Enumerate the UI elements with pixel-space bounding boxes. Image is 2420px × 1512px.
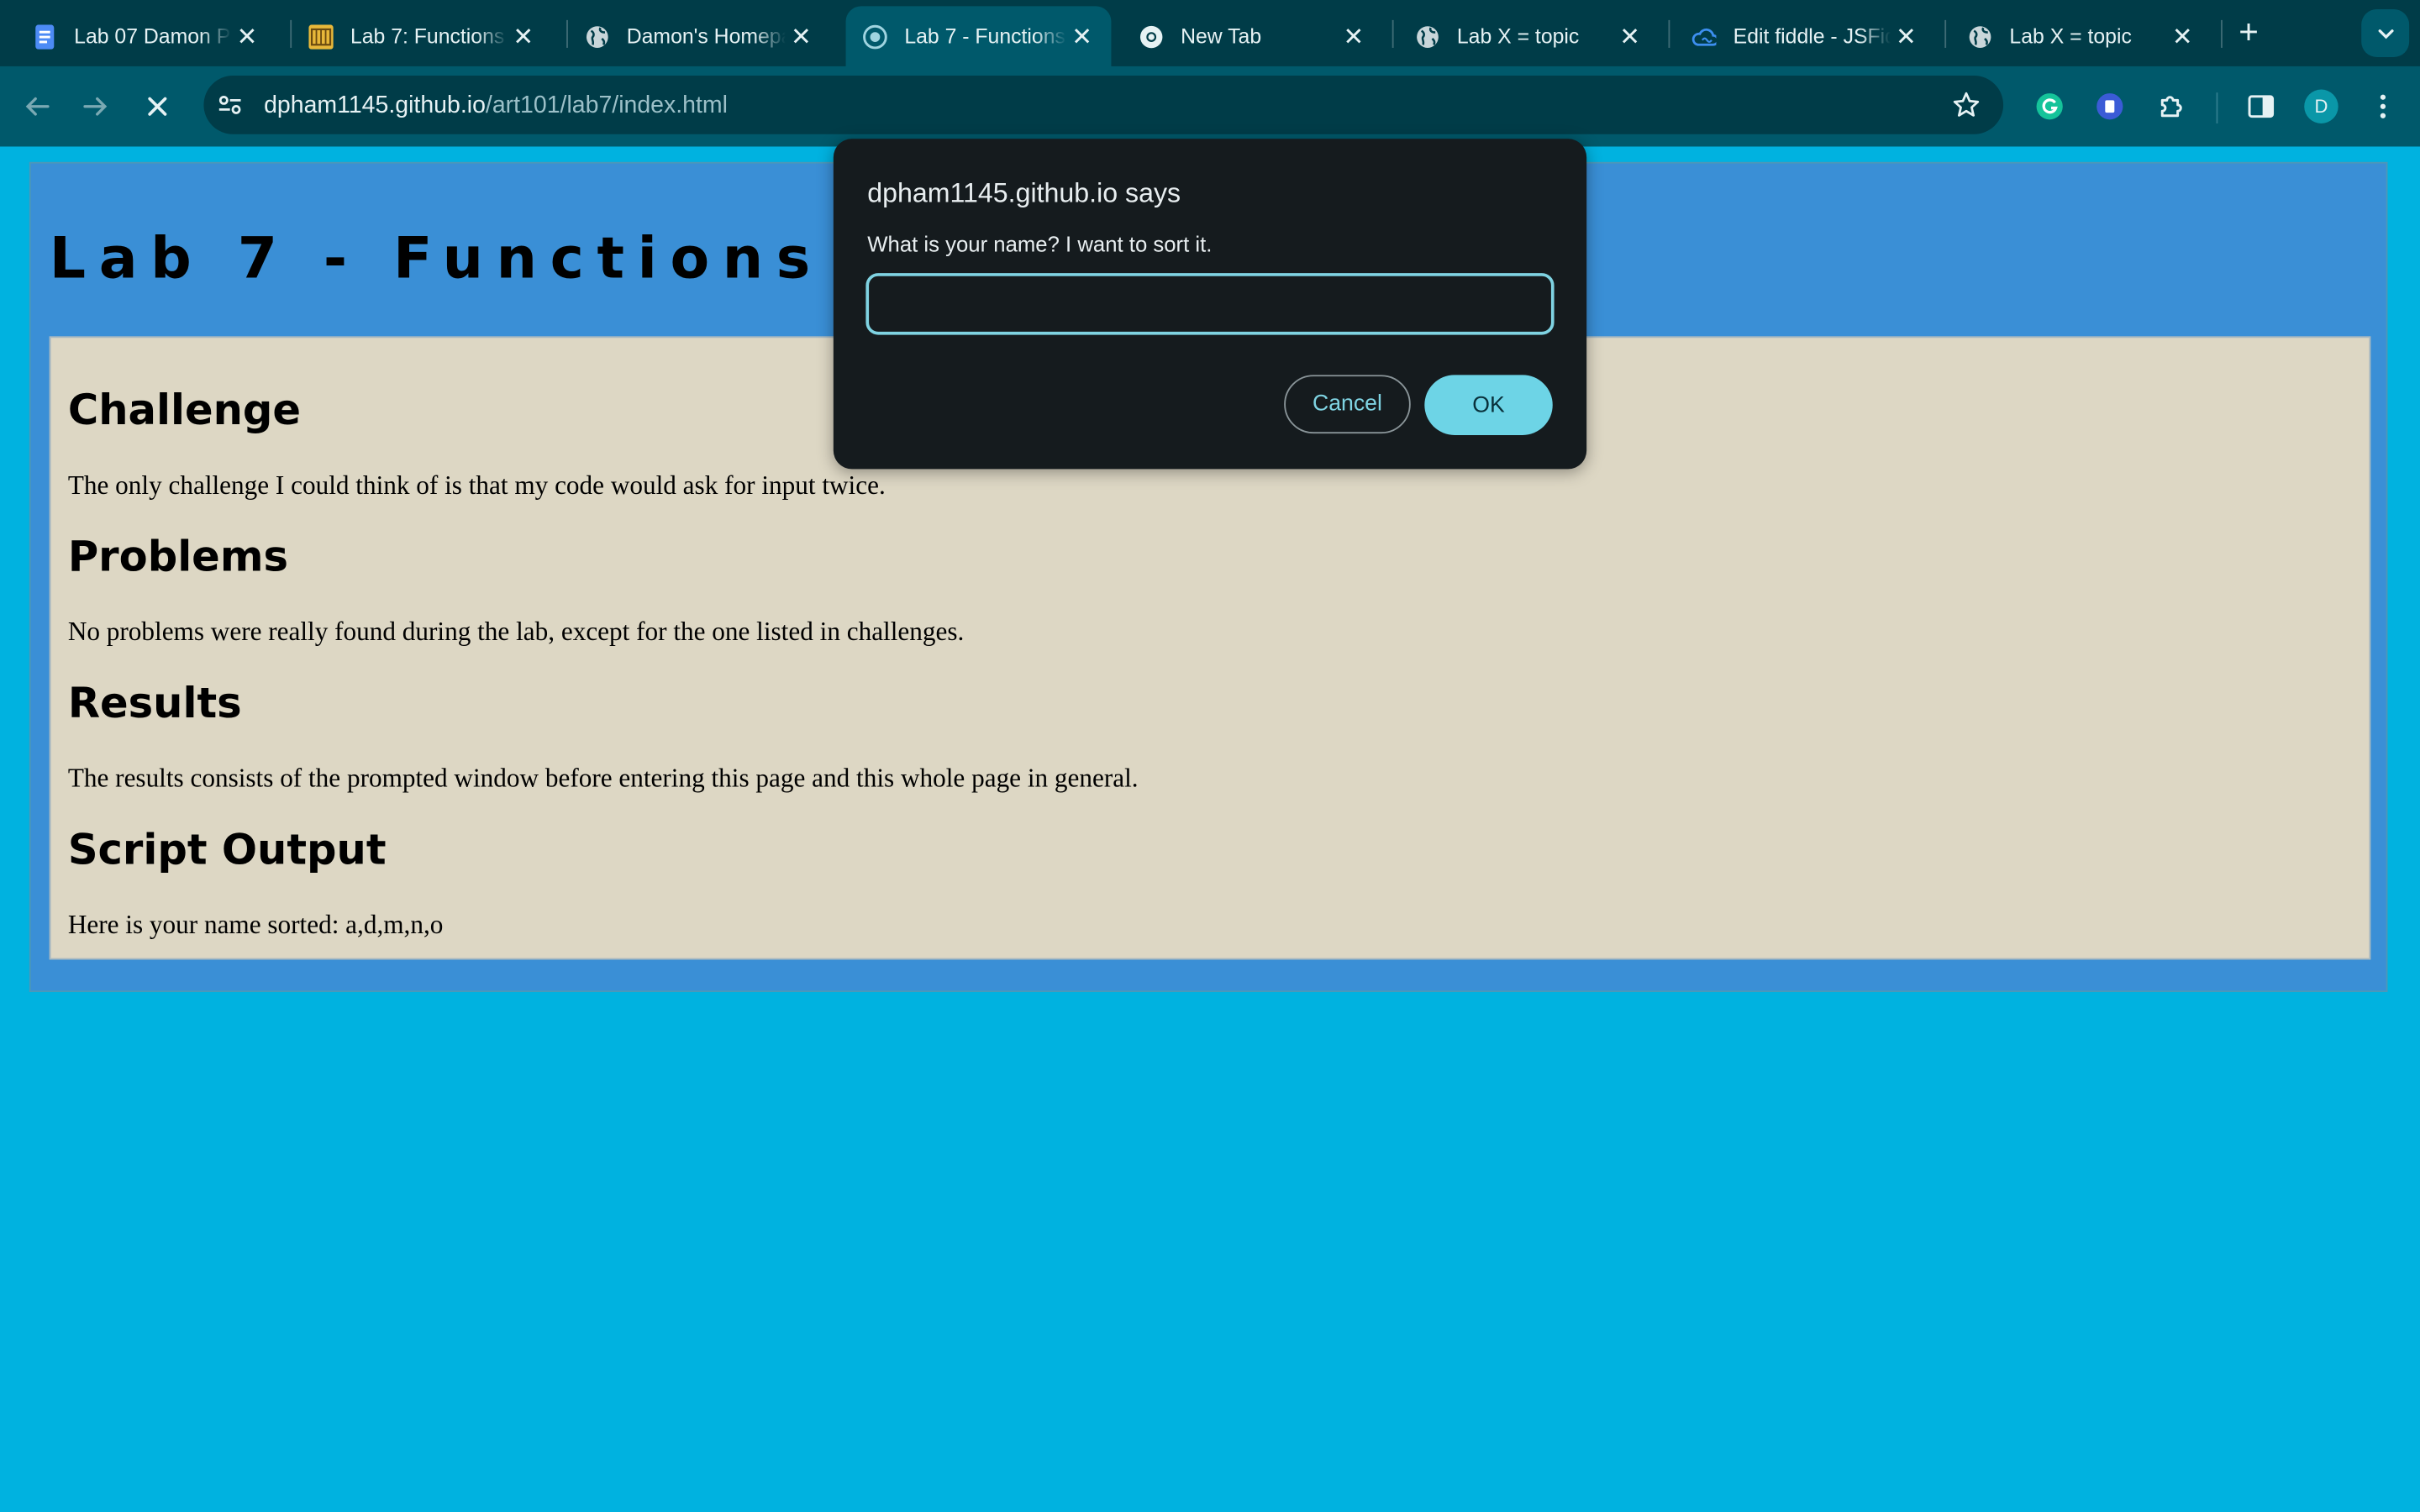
tab-jsfiddle[interactable]: Edit fiddle - JSFiddle ✕ — [1659, 6, 1935, 66]
tab-search-button[interactable] — [2361, 9, 2410, 57]
tab-title: Lab 7: Functions — [350, 24, 505, 48]
more-vert-icon — [2380, 94, 2386, 118]
address-bar[interactable]: dpham1145.github.io/art101/lab7/index.ht… — [203, 76, 2004, 134]
avatar: D — [2304, 89, 2338, 123]
globe-icon — [863, 24, 887, 49]
section-heading-problems: Problems — [67, 533, 289, 582]
close-icon[interactable]: ✕ — [232, 21, 263, 52]
globe-icon — [1415, 24, 1439, 48]
star-icon[interactable] — [1951, 90, 1982, 121]
tab-title: Lab X = topic — [2009, 24, 2132, 48]
url-path: /art101/lab7/index.html — [485, 92, 728, 119]
prompt-dialog: dpham1145.github.io says What is your na… — [833, 139, 1587, 470]
tab-strip: Lab 07 Damon Pham ✕ Lab 7: Functions ✕ D… — [0, 0, 2420, 66]
grammarly-icon — [2036, 93, 2063, 120]
section-heading-results: Results — [67, 680, 242, 728]
puzzle-icon — [2160, 96, 2182, 118]
name-input[interactable] — [865, 273, 1555, 335]
tab-title: New Tab — [1181, 24, 1262, 48]
stop-loading-button[interactable] — [134, 83, 181, 129]
section-text-results: The results consists of the prompted win… — [67, 764, 1139, 794]
cancel-button[interactable]: Cancel — [1284, 375, 1411, 434]
site-icon — [308, 24, 334, 49]
section-text-script-output: Here is your name sorted: a,d,m,n,o — [67, 910, 444, 940]
section-text-challenge: The only challenge I could think of is t… — [67, 470, 886, 501]
ok-button[interactable]: OK — [1424, 375, 1553, 435]
side-panel-icon — [2248, 95, 2275, 118]
close-icon[interactable]: ✕ — [1891, 21, 1922, 52]
tab-lab-x-topic-2[interactable]: Lab X = topic ✕ — [1935, 6, 2212, 66]
toolbar: dpham1145.github.io/art101/lab7/index.ht… — [0, 66, 2420, 147]
site-settings-icon — [218, 95, 241, 114]
close-icon[interactable]: ✕ — [1066, 21, 1097, 52]
back-button[interactable] — [14, 83, 60, 129]
document-icon — [2096, 93, 2123, 120]
extensions-button[interactable] — [2149, 83, 2195, 129]
close-icon[interactable]: ✕ — [2167, 21, 2198, 52]
section-heading-challenge: Challenge — [67, 387, 302, 435]
menu-button[interactable] — [2360, 83, 2406, 129]
tab-lab07-doc[interactable]: Lab 07 Damon Pham ✕ — [0, 6, 276, 66]
dialog-message: What is your name? I want to sort it. — [867, 231, 1213, 256]
toolbar-divider — [2216, 92, 2218, 123]
url-text: dpham1145.github.io/art101/lab7/index.ht… — [264, 92, 728, 120]
grammarly-extension[interactable] — [2027, 83, 2073, 129]
docs-extension[interactable] — [2086, 83, 2133, 129]
tab-title: Damon's Homepage — [626, 24, 786, 48]
tab-lab-x-topic[interactable]: Lab X = topic ✕ — [1383, 6, 1660, 66]
tab-title: Lab 7 - Functions — [904, 24, 1065, 48]
url-host: dpham1145.github.io — [264, 92, 486, 119]
close-icon[interactable]: ✕ — [508, 21, 539, 52]
side-panel-button[interactable] — [2238, 83, 2284, 129]
globe-icon — [1968, 24, 1992, 48]
profile-button[interactable]: D — [2298, 83, 2344, 129]
tab-separator — [2221, 19, 2223, 48]
close-icon[interactable]: ✕ — [1614, 21, 1645, 52]
cloud-icon — [1691, 24, 1717, 48]
close-icon — [148, 97, 167, 116]
tab-title: Lab X = topic — [1456, 24, 1580, 48]
dialog-title: dpham1145.github.io says — [867, 177, 1181, 208]
docs-icon — [33, 24, 57, 49]
section-heading-script-output: Script Output — [67, 827, 387, 875]
forward-arrow-icon — [83, 97, 108, 116]
tab-lab7-functions-site[interactable]: Lab 7: Functions ✕ — [276, 6, 553, 66]
browser-window: Lab 07 Damon Pham ✕ Lab 7: Functions ✕ D… — [0, 0, 2420, 1512]
back-arrow-icon — [25, 97, 50, 116]
chevron-down-icon — [2377, 29, 2393, 39]
section-text-problems: No problems were really found during the… — [67, 617, 965, 647]
globe-icon — [585, 24, 609, 48]
tab-new-tab[interactable]: New Tab ✕ — [1107, 6, 1383, 66]
page-title: Lab 7 - Functions — [49, 225, 823, 292]
forward-button[interactable] — [72, 83, 118, 129]
tab-lab7-functions-active[interactable]: Lab 7 - Functions ✕ — [845, 6, 1112, 66]
new-tab-button[interactable]: + — [2228, 13, 2269, 53]
tab-homepage[interactable]: Damon's Homepage ✕ — [553, 6, 831, 66]
tab-title: Lab 07 Damon Pham — [74, 24, 231, 48]
close-icon[interactable]: ✕ — [786, 21, 817, 52]
tab-title: Edit fiddle - JSFiddle — [1733, 24, 1891, 48]
chrome-icon — [1139, 24, 1164, 48]
close-icon[interactable]: ✕ — [1338, 21, 1369, 52]
